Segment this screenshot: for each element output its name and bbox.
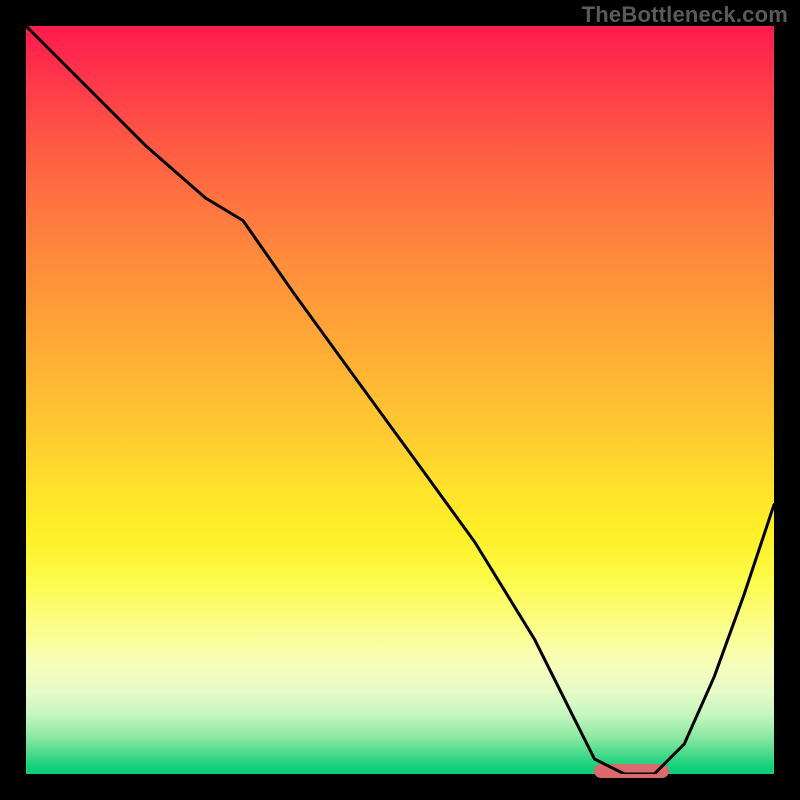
response-curve <box>26 26 774 774</box>
chart-container: TheBottleneck.com <box>0 0 800 800</box>
watermark-text: TheBottleneck.com <box>582 2 788 28</box>
curve-overlay <box>26 26 774 774</box>
